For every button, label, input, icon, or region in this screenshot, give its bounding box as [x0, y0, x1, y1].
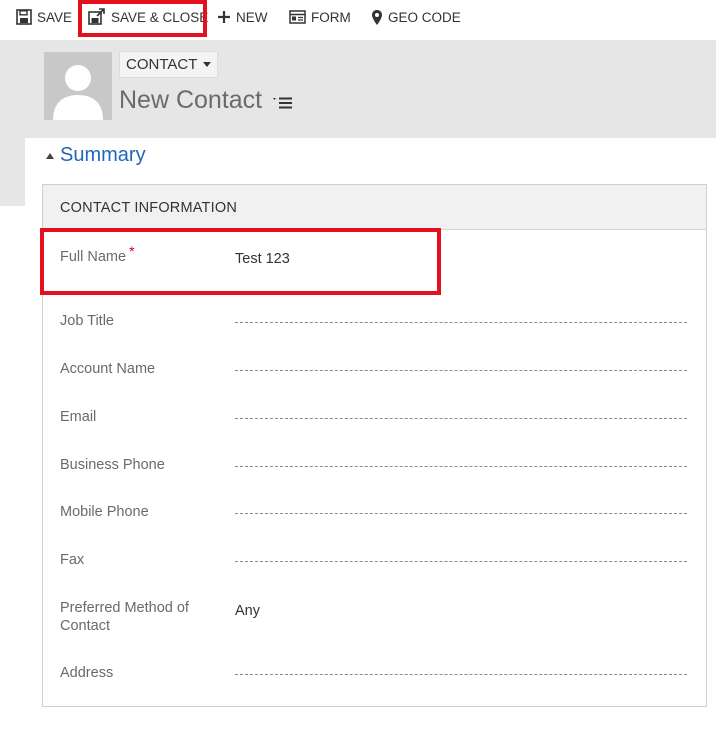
- save-close-icon: [88, 8, 105, 25]
- chevron-down-icon: [203, 62, 212, 67]
- form-button[interactable]: FORM: [289, 0, 351, 34]
- new-icon: [218, 11, 230, 23]
- save-button[interactable]: SAVE: [16, 0, 72, 34]
- form-label: FORM: [311, 9, 351, 25]
- fax-label: Fax: [60, 552, 85, 568]
- email-field[interactable]: [235, 410, 687, 428]
- geo-code-icon: [372, 9, 382, 25]
- summary-tab-toggle[interactable]: Summary: [46, 144, 146, 167]
- mobile-phone-label: Mobile Phone: [60, 504, 149, 520]
- preferred-contact-method-field[interactable]: Any: [235, 602, 260, 620]
- record-title: New Contact: [119, 86, 263, 114]
- menu-icon: [273, 97, 292, 109]
- side-strip: [0, 138, 25, 206]
- avatar[interactable]: [44, 52, 112, 120]
- full-name-field[interactable]: Test 123: [235, 250, 290, 268]
- command-bar: SAVE SAVE & CLOSE NEW FORM GEO CODE: [0, 0, 716, 40]
- entity-type-label: CONTACT: [126, 56, 198, 73]
- new-button[interactable]: NEW: [217, 0, 268, 34]
- fax-field[interactable]: [235, 553, 687, 571]
- business-phone-label: Business Phone: [60, 457, 165, 473]
- address-label: Address: [60, 665, 114, 681]
- account-name-label: Account Name: [60, 361, 156, 377]
- preferred-contact-method-label: Preferred Method of Contact: [60, 600, 189, 634]
- mobile-phone-field[interactable]: [235, 505, 687, 523]
- section-title: CONTACT INFORMATION: [43, 185, 706, 230]
- form-selector-button[interactable]: [273, 96, 293, 114]
- geo-code-label: GEO CODE: [388, 9, 461, 25]
- entity-type-selector[interactable]: CONTACT: [119, 51, 219, 78]
- save-icon: [16, 9, 32, 25]
- account-name-field[interactable]: [235, 362, 687, 380]
- email-label: Email: [60, 409, 97, 425]
- summary-title: Summary: [60, 144, 146, 166]
- save-label: SAVE: [37, 9, 73, 25]
- required-indicator: *: [129, 243, 135, 259]
- full-name-label: Full Name *: [60, 243, 135, 265]
- save-close-label: SAVE & CLOSE: [111, 9, 209, 25]
- geo-code-button[interactable]: GEO CODE: [371, 0, 461, 34]
- save-close-button[interactable]: SAVE & CLOSE: [88, 0, 208, 34]
- avatar-icon: [53, 65, 103, 120]
- business-phone-field[interactable]: [235, 458, 687, 476]
- new-label: NEW: [236, 9, 268, 25]
- job-title-label: Job Title: [60, 313, 114, 329]
- address-field[interactable]: [235, 666, 687, 684]
- form-icon: [289, 10, 306, 24]
- job-title-field[interactable]: [235, 314, 687, 332]
- collapse-icon: [46, 152, 54, 159]
